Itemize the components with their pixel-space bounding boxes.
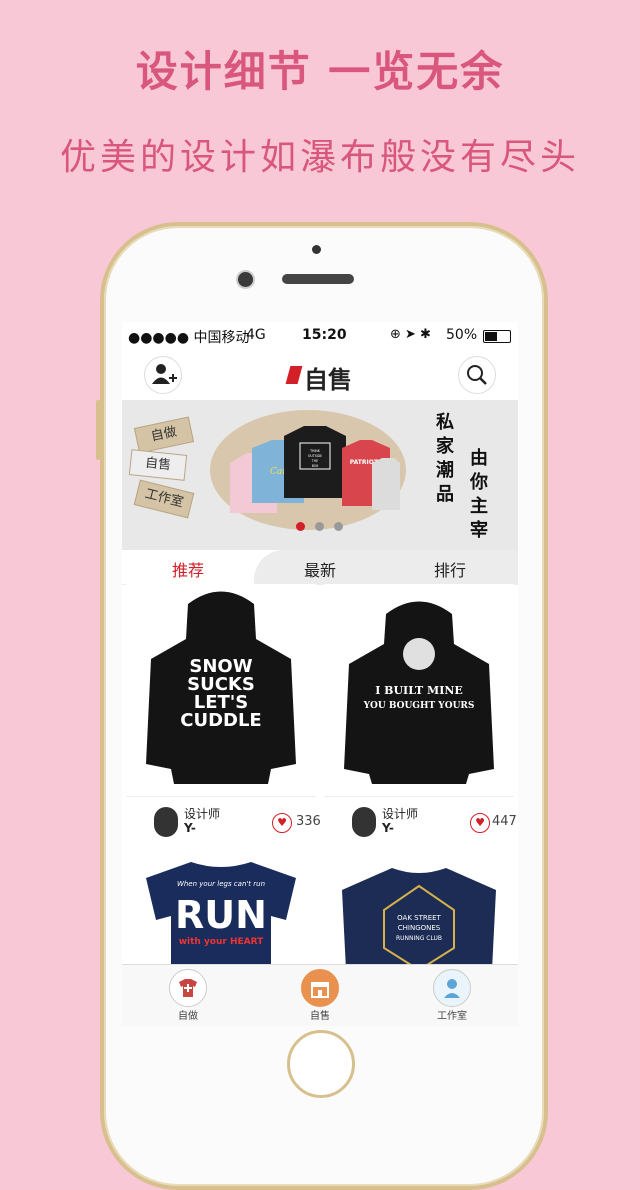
earpiece-speaker — [282, 274, 354, 284]
bottom-nav-label: 工作室 — [437, 1011, 467, 1022]
designer-label: 设计师 — [184, 807, 221, 821]
avatar[interactable] — [154, 807, 178, 837]
banner-shirts-image: Cares THINK OUTSIDE THE BOX PATRIOTS — [230, 426, 400, 513]
like-count: 336 — [296, 814, 321, 829]
status-icons: ⊕ ➤ ✱ — [390, 327, 431, 342]
banner-slogan-1: 私家潮品 — [433, 412, 454, 508]
phone-sensor — [312, 245, 321, 254]
front-camera — [238, 272, 253, 287]
status-time: 15:20 — [302, 327, 347, 343]
search-button[interactable] — [458, 356, 496, 394]
svg-text:I BUILT MINE: I BUILT MINE — [375, 684, 463, 697]
promo-subline: 优美的设计如瀑布般没有尽头 — [59, 137, 580, 178]
product-image: OAK STREET CHINGONES RUNNING CLUB — [324, 850, 514, 972]
designer-label: 设计师 — [382, 807, 419, 821]
carousel-dot[interactable] — [334, 522, 343, 531]
banner-tag: 自售 — [128, 449, 188, 481]
bottom-nav: 自做 自售 工作室 — [122, 964, 518, 1026]
status-bar: ●●●●● 中国移动 4G 15:20 ⊕ ➤ ✱ 50% — [122, 322, 518, 350]
battery-percent: 50% — [446, 327, 478, 343]
svg-text:OAK STREET: OAK STREET — [397, 914, 441, 922]
network-type: 4G — [246, 327, 266, 343]
designer-row[interactable]: 设计师 Y- ♥ 336 — [126, 796, 321, 847]
add-user-icon — [152, 364, 177, 384]
svg-text:CHINGONES: CHINGONES — [398, 924, 441, 932]
svg-text:CUDDLE: CUDDLE — [180, 710, 261, 731]
product-card[interactable]: When your legs can't run RUN with your H… — [126, 850, 316, 970]
svg-text:When your legs can't run: When your legs can't run — [177, 880, 265, 888]
bottom-nav-zishou[interactable]: 自售 — [290, 969, 350, 1022]
bottom-nav-zizuo[interactable]: 自做 — [158, 969, 218, 1022]
person-icon — [433, 969, 471, 1007]
tab-bar: 推荐 最新 排行 — [122, 550, 518, 585]
product-card[interactable]: OAK STREET CHINGONES RUNNING CLUB — [324, 850, 514, 972]
heart-icon[interactable]: ♥ — [272, 813, 292, 833]
shirt-plus-icon — [169, 969, 207, 1007]
bottom-nav-label: 自售 — [310, 1011, 330, 1022]
svg-text:OUTSIDE: OUTSIDE — [308, 454, 322, 458]
svg-text:YOU BOUGHT YOURS: YOU BOUGHT YOURS — [363, 701, 475, 711]
heart-icon[interactable]: ♥ — [470, 813, 490, 833]
app-screen: ●●●●● 中国移动 4G 15:20 ⊕ ➤ ✱ 50% 自售 自做 自售 工… — [122, 322, 518, 1026]
tab-latest[interactable]: 最新 — [304, 557, 336, 581]
avatar[interactable] — [352, 807, 376, 837]
banner-slogan-2: 由你主宰 — [467, 448, 488, 544]
banner-tag: 自做 — [133, 416, 195, 454]
product-card[interactable]: SNOW SUCKS LET'S CUDDLE 设计师 Y- ♥ 336 — [126, 584, 321, 847]
svg-text:RUN: RUN — [175, 893, 267, 937]
search-icon — [467, 365, 487, 385]
add-user-button[interactable] — [144, 356, 182, 394]
product-image: SNOW SUCKS LET'S CUDDLE — [126, 584, 316, 794]
tab-recommended[interactable]: 推荐 — [172, 557, 204, 581]
carousel-dot-active[interactable] — [296, 522, 305, 531]
app-logo: 自售 — [285, 360, 356, 394]
tab-ranking[interactable]: 排行 — [434, 557, 466, 581]
carousel-dot[interactable] — [315, 522, 324, 531]
promo-banner[interactable]: 自做 自售 工作室 Cares THINK OUTSIDE THE BOX PA… — [122, 400, 518, 550]
product-image: When your legs can't run RUN with your H… — [126, 850, 316, 970]
svg-text:RUNNING CLUB: RUNNING CLUB — [396, 935, 442, 942]
bottom-nav-gongzuoshi[interactable]: 工作室 — [422, 969, 482, 1022]
banner-tag: 工作室 — [133, 479, 195, 519]
navbar: 自售 — [122, 350, 518, 398]
battery-icon — [483, 330, 511, 343]
product-card[interactable]: I BUILT MINE YOU BOUGHT YOURS 设计师 Y- ♥ 4… — [324, 584, 517, 847]
svg-text:with your HEART: with your HEART — [179, 937, 264, 947]
designer-id: Y- — [382, 821, 394, 835]
like-count: 447 — [492, 814, 517, 829]
shop-icon — [301, 969, 339, 1007]
svg-text:BOX: BOX — [312, 464, 319, 468]
promo-headline: 设计细节 一览无余 — [135, 47, 505, 96]
product-image: I BUILT MINE YOU BOUGHT YOURS — [324, 584, 514, 794]
designer-id: Y- — [184, 821, 196, 835]
svg-text:THINK: THINK — [309, 449, 321, 453]
tab-inactive-bg — [254, 550, 518, 584]
home-button[interactable] — [287, 1030, 355, 1098]
carrier-signal: ●●●●● 中国移动 — [128, 330, 250, 346]
svg-text:THE: THE — [311, 459, 318, 463]
bottom-nav-label: 自做 — [178, 1011, 198, 1022]
designer-row[interactable]: 设计师 Y- ♥ 447 — [324, 796, 517, 847]
